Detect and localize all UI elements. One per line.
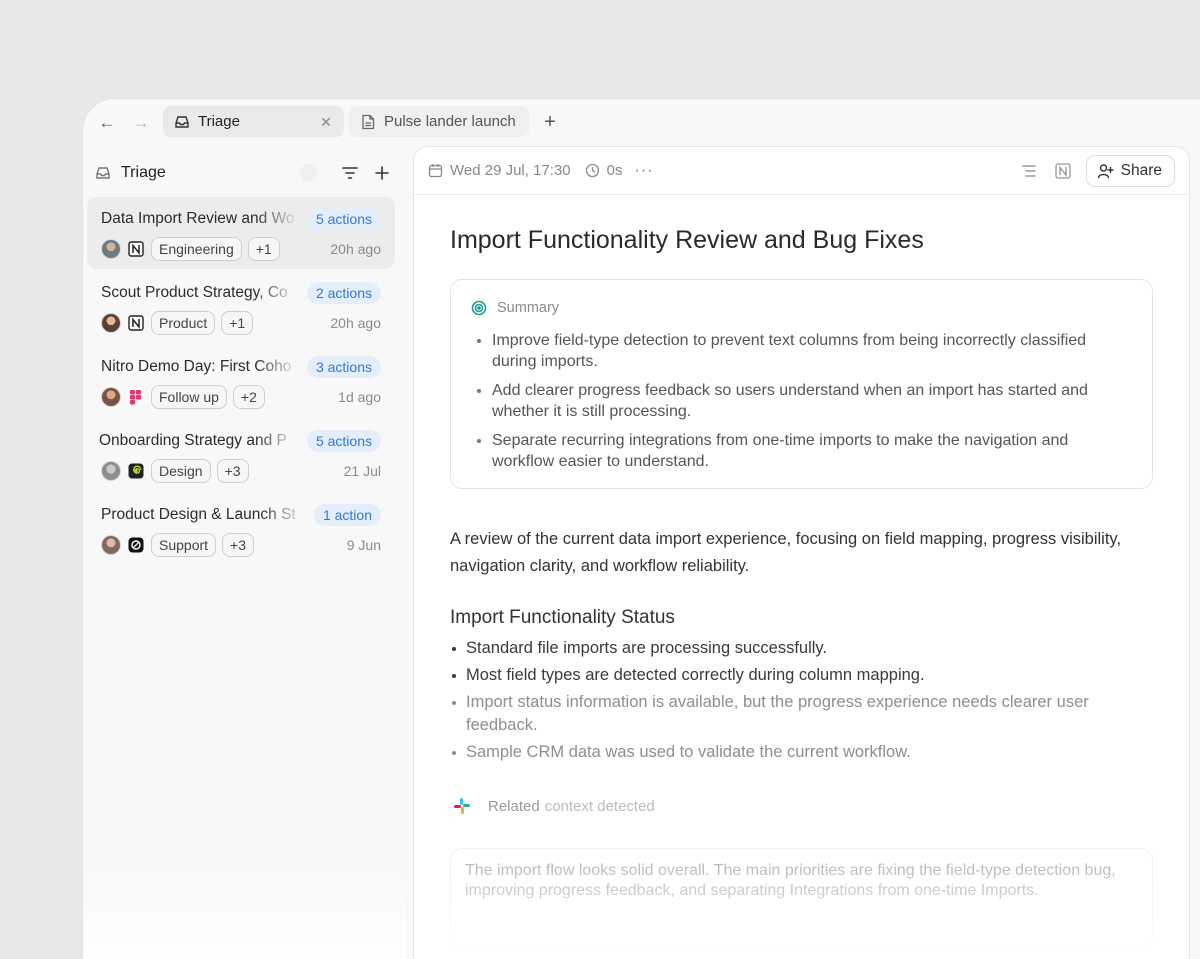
avatar bbox=[101, 313, 121, 333]
actions-badge: 2 actions bbox=[306, 282, 381, 304]
item-title: Scout Product Strategy, Co bbox=[101, 284, 288, 301]
plus-icon[interactable]: + bbox=[539, 111, 561, 133]
spiral-icon bbox=[127, 462, 145, 480]
actions-badge: 5 actions bbox=[306, 208, 381, 230]
notion-icon bbox=[127, 240, 145, 258]
summary-spiral-icon bbox=[471, 300, 487, 316]
outline-icon[interactable] bbox=[1018, 160, 1040, 182]
close-icon[interactable]: ✕ bbox=[318, 114, 334, 130]
page-title: Import Functionality Review and Bug Fixe… bbox=[450, 226, 924, 254]
status-item: Sample CRM data was used to validate the… bbox=[450, 741, 1153, 764]
summary-label: Summary bbox=[497, 300, 560, 316]
document-icon bbox=[359, 113, 377, 131]
status-item: Standard file imports are processing suc… bbox=[450, 637, 1153, 660]
status-item: Import status information is available, … bbox=[450, 691, 1153, 737]
tab-pulse-lander[interactable]: Pulse lander launch st bbox=[349, 106, 529, 137]
item-title: Onboarding Strategy and P bbox=[99, 432, 287, 449]
tag-chip[interactable]: Product bbox=[151, 311, 216, 335]
back-arrow-icon[interactable]: ← bbox=[95, 111, 119, 135]
avatar bbox=[101, 239, 121, 259]
summary-list: Improve field-type detection to prevent … bbox=[471, 330, 1132, 472]
notion-icon[interactable] bbox=[1052, 160, 1074, 182]
openai-icon bbox=[127, 536, 145, 554]
notion-icon bbox=[127, 314, 145, 332]
tab-label: Pulse lander launch st bbox=[384, 113, 519, 130]
item-time: 21 Jul bbox=[343, 463, 381, 479]
item-title: Nitro Demo Day: First Coho bbox=[101, 358, 292, 375]
document-header: Wed 29 Jul, 17:30 0s ··· Share bbox=[414, 147, 1189, 195]
slack-icon bbox=[450, 794, 474, 818]
actions-badge: 5 actions bbox=[306, 430, 381, 452]
avatar bbox=[101, 387, 121, 407]
item-title: Data Import Review and Wo bbox=[101, 210, 295, 227]
avatar bbox=[101, 461, 121, 481]
filter-icon[interactable] bbox=[338, 161, 362, 185]
add-icon[interactable] bbox=[370, 161, 394, 185]
list-item[interactable]: Data Import Review and Wo 5 actions Engi… bbox=[87, 197, 395, 269]
meeting-duration: 0s bbox=[606, 162, 623, 179]
app-window: ← → Triage ✕ Pulse lander launch st + Tr… bbox=[83, 99, 1200, 959]
item-title: Product Design & Launch St bbox=[101, 506, 296, 523]
meeting-meta: Wed 29 Jul, 17:30 0s ··· bbox=[428, 162, 653, 180]
related-context[interactable]: Related context detected bbox=[450, 794, 1153, 818]
status-item: Most field types are detected correctly … bbox=[450, 664, 1153, 687]
more-tags-chip[interactable]: +2 bbox=[232, 385, 265, 409]
add-person-icon bbox=[1097, 162, 1115, 180]
share-label: Share bbox=[1120, 161, 1162, 179]
summary-item: Add clearer progress feedback so users u… bbox=[471, 380, 1132, 422]
list-item[interactable]: Scout Product Strategy, Co 2 actions Pro… bbox=[87, 271, 395, 343]
sidebar-title: Triage bbox=[121, 164, 166, 181]
sidebar-fade bbox=[83, 859, 406, 959]
actions-badge: 1 action bbox=[313, 504, 381, 526]
status-list: Standard file imports are processing suc… bbox=[450, 637, 1153, 764]
item-time: 20h ago bbox=[330, 241, 381, 257]
item-time: 1d ago bbox=[338, 389, 381, 405]
tab-label: Triage bbox=[198, 113, 240, 130]
main-panel: Wed 29 Jul, 17:30 0s ··· Share Import Fu… bbox=[414, 147, 1189, 959]
related-label: Related bbox=[488, 797, 540, 815]
more-tags-chip[interactable]: +1 bbox=[247, 237, 280, 261]
summary-item: Separate recurring integrations from one… bbox=[471, 430, 1132, 472]
tab-triage[interactable]: Triage ✕ bbox=[163, 106, 344, 137]
tag-chip[interactable]: Engineering bbox=[151, 237, 242, 261]
more-tags-chip[interactable]: +3 bbox=[216, 459, 249, 483]
clock-icon bbox=[585, 163, 601, 179]
more-tags-chip[interactable]: +1 bbox=[221, 311, 254, 335]
summary-item: Improve field-type detection to prevent … bbox=[471, 330, 1132, 372]
more-tags-chip[interactable]: +3 bbox=[222, 533, 255, 557]
tab-bar: ← → Triage ✕ Pulse lander launch st + bbox=[83, 99, 1200, 147]
intro-paragraph: A review of the current data import expe… bbox=[450, 530, 1122, 575]
item-time: 9 Jun bbox=[346, 537, 381, 553]
related-quote: The import flow looks solid overall. The… bbox=[450, 848, 1153, 948]
list-item[interactable]: Onboarding Strategy and P 5 actions Desi… bbox=[87, 419, 395, 491]
calendar-icon bbox=[428, 163, 444, 179]
summary-card: Summary Improve field-type detection to … bbox=[450, 279, 1153, 489]
status-dot bbox=[300, 164, 318, 182]
tag-chip[interactable]: Follow up bbox=[151, 385, 227, 409]
related-label-detail: context detected bbox=[544, 797, 655, 815]
tag-chip[interactable]: Design bbox=[151, 459, 211, 483]
tag-chip[interactable]: Support bbox=[151, 533, 217, 557]
more-options-icon[interactable]: ··· bbox=[634, 162, 653, 180]
document-content: Import Functionality Review and Bug Fixe… bbox=[450, 195, 1153, 948]
actions-badge: 3 actions bbox=[306, 356, 381, 378]
section-title: Import Functionality Status bbox=[450, 607, 675, 628]
triage-list: Data Import Review and Wo 5 actions Engi… bbox=[87, 197, 395, 567]
sidebar-header: Triage bbox=[95, 157, 394, 189]
sidebar: Triage Data Import Review and Wo 5 actio… bbox=[83, 147, 406, 959]
figma-icon bbox=[127, 388, 145, 406]
meeting-date: Wed 29 Jul, 17:30 bbox=[450, 162, 571, 179]
inbox-icon bbox=[95, 164, 113, 182]
inbox-icon bbox=[173, 113, 191, 131]
avatar bbox=[101, 535, 121, 555]
forward-arrow-icon[interactable]: → bbox=[129, 111, 153, 135]
item-time: 20h ago bbox=[330, 315, 381, 331]
list-item[interactable]: Nitro Demo Day: First Coho 3 actions Fol… bbox=[87, 345, 395, 417]
share-button[interactable]: Share bbox=[1085, 154, 1175, 187]
list-item[interactable]: Product Design & Launch St 1 action Supp… bbox=[87, 493, 395, 565]
